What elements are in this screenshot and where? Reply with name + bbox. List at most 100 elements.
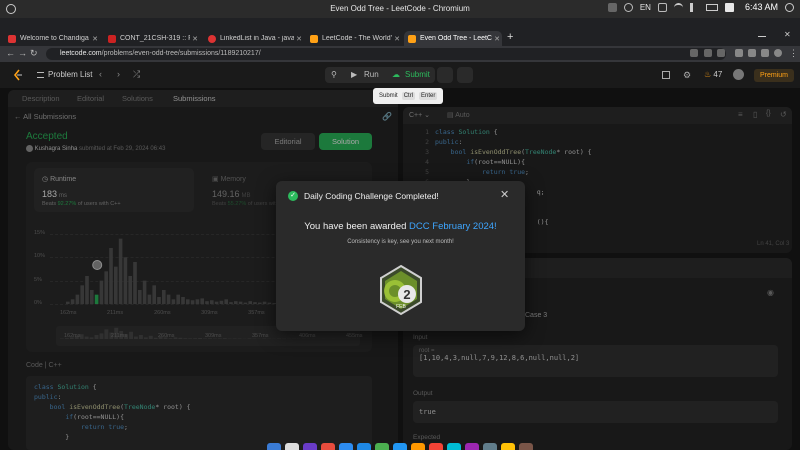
notes-button[interactable] xyxy=(457,67,473,83)
browser-tab-bar: Welcome to Chandiga ✕ CONT_21CSH-319 :: … xyxy=(0,18,800,46)
tab-cont[interactable]: CONT_21CSH-319 :: Pl ✕ xyxy=(104,31,200,46)
gear-icon[interactable]: ⚙ xyxy=(683,70,691,81)
dock-app-icon[interactable] xyxy=(393,443,407,450)
fire-icon: ♨ xyxy=(704,70,712,79)
system-tray: EN 6:43 AM xyxy=(607,2,794,12)
dock-app-icon[interactable] xyxy=(501,443,515,450)
leetcode-logo-icon[interactable] xyxy=(12,69,24,81)
dcc-modal: ✓ Daily Coding Challenge Completed! ✕ Yo… xyxy=(276,181,525,331)
dock-app-icon[interactable] xyxy=(519,443,533,450)
extension-icon[interactable] xyxy=(761,49,769,57)
dock-app-icon[interactable] xyxy=(321,443,335,450)
streak-count: 47 xyxy=(713,70,723,79)
run-button[interactable]: Run xyxy=(364,70,379,79)
dock-app-icon[interactable] xyxy=(339,443,353,450)
close-icon[interactable]: ✕ xyxy=(492,35,502,43)
bookmark-star-icon[interactable] xyxy=(717,49,725,57)
tab-favicon-icon xyxy=(310,34,318,43)
modal-subtitle: Consistency is key, see you next month! xyxy=(347,239,454,245)
premium-button[interactable]: Premium xyxy=(754,69,794,82)
settings-icon[interactable] xyxy=(623,2,633,12)
badge-month: FEB xyxy=(396,304,406,310)
url-host: leetcode.com xyxy=(60,50,102,57)
problem-list-icon[interactable] xyxy=(37,72,44,78)
forward-icon[interactable]: → xyxy=(18,48,27,58)
new-tab-button[interactable]: + xyxy=(507,31,513,43)
minimize-icon[interactable] xyxy=(758,36,766,37)
dock-app-icon[interactable] xyxy=(411,443,425,450)
dock-app-icon[interactable] xyxy=(429,443,443,450)
shuffle-icon[interactable]: ⤮ xyxy=(133,69,140,80)
wifi-icon[interactable] xyxy=(673,2,683,12)
dock-app-icon[interactable] xyxy=(483,443,497,450)
dock-app-icon[interactable] xyxy=(465,443,479,450)
close-icon[interactable]: ✕ xyxy=(90,35,100,43)
submit-button[interactable]: Submit xyxy=(405,70,430,79)
calendar-icon[interactable] xyxy=(724,2,734,12)
tab-favicon-icon xyxy=(8,34,16,43)
dock-app-icon[interactable] xyxy=(375,443,389,450)
extension-icon[interactable] xyxy=(748,49,756,57)
tooltip-label: Submit xyxy=(379,93,398,99)
os-top-bar: Even Odd Tree - LeetCode - Chromium EN 6… xyxy=(0,0,800,18)
url-input[interactable]: leetcode.com/problems/even-odd-tree/subm… xyxy=(46,48,726,60)
submit-tooltip: Submit Ctrl Enter xyxy=(373,88,443,104)
extensions-icon[interactable] xyxy=(735,49,743,57)
avatar[interactable] xyxy=(733,69,744,80)
volume-icon[interactable] xyxy=(689,2,699,12)
power-icon[interactable] xyxy=(785,2,794,12)
close-icon[interactable]: ✕ xyxy=(294,35,304,43)
tab-favicon-icon xyxy=(108,34,116,43)
dock-app-icon[interactable] xyxy=(357,443,371,450)
tab-leetcode-home[interactable]: LeetCode - The World's ✕ xyxy=(306,31,402,46)
problem-list-link[interactable]: Problem List xyxy=(48,70,92,79)
profile-icon[interactable] xyxy=(774,49,782,57)
streak-counter[interactable]: ♨ 47 xyxy=(704,70,722,79)
award-message: You have been awarded DCC February 2024! xyxy=(276,221,525,232)
menu-kebab-icon[interactable]: ⋮ xyxy=(789,48,798,59)
dock-app-icon[interactable] xyxy=(285,443,299,450)
tab-linkedlist[interactable]: LinkedList in Java - java ✕ xyxy=(204,31,304,46)
dcc-badge-icon: 2 FEB xyxy=(380,264,422,316)
leetcode-navbar: Problem List ‹ › ⤮ ⚲ ▶ Run ☁ Submit ⚙ ♨ … xyxy=(0,62,800,88)
bluetooth-icon[interactable] xyxy=(657,2,667,12)
next-problem-icon[interactable]: › xyxy=(117,69,120,79)
tab-welcome[interactable]: Welcome to Chandiga ✕ xyxy=(4,31,100,46)
tab-label: Even Odd Tree - LeetC xyxy=(420,35,492,42)
debug-icon[interactable]: ⚲ xyxy=(331,70,337,79)
share-icon[interactable] xyxy=(704,49,712,57)
battery-icon[interactable] xyxy=(705,3,718,11)
dock-app-icon[interactable] xyxy=(303,443,317,450)
close-icon[interactable]: ✕ xyxy=(190,35,200,43)
tab-label: CONT_21CSH-319 :: Pl xyxy=(120,35,190,42)
url-path: /problems/even-odd-tree/submissions/1189… xyxy=(101,50,261,57)
award-name[interactable]: DCC February 2024! xyxy=(409,221,497,232)
tab-label: LinkedList in Java - java xyxy=(220,35,294,42)
zoom-icon[interactable] xyxy=(690,49,698,57)
timer-button[interactable] xyxy=(437,67,453,83)
tray-app-icon[interactable] xyxy=(607,2,617,12)
play-icon: ▶ xyxy=(351,70,358,79)
run-submit-group: ⚲ ▶ Run ☁ Submit xyxy=(325,67,435,83)
tab-label: LeetCode - The World's xyxy=(322,35,392,42)
keyboard-lang[interactable]: EN xyxy=(640,3,651,12)
tooltip-key-enter: Enter xyxy=(419,92,438,100)
modal-title: Daily Coding Challenge Completed! xyxy=(304,191,439,201)
close-icon[interactable]: ✕ xyxy=(500,188,509,201)
reload-icon[interactable]: ↻ xyxy=(30,48,38,59)
dock-app-icon[interactable] xyxy=(267,443,281,450)
close-window-icon[interactable]: ✕ xyxy=(784,30,791,39)
award-prefix: You have been awarded xyxy=(304,221,407,232)
check-icon: ✓ xyxy=(288,191,298,201)
close-icon[interactable]: ✕ xyxy=(392,35,402,43)
back-icon[interactable]: ← xyxy=(6,48,15,58)
layout-icon[interactable] xyxy=(662,71,670,79)
tab-favicon-icon xyxy=(408,34,416,43)
tooltip-key-ctrl: Ctrl xyxy=(401,92,416,100)
upload-icon: ☁ xyxy=(392,70,400,79)
tab-even-odd-tree[interactable]: Even Odd Tree - LeetC ✕ xyxy=(404,31,502,46)
tab-favicon-icon xyxy=(208,34,216,43)
clock[interactable]: 6:43 AM xyxy=(745,2,778,12)
dock-app-icon[interactable] xyxy=(447,443,461,450)
prev-problem-icon[interactable]: ‹ xyxy=(99,69,102,79)
